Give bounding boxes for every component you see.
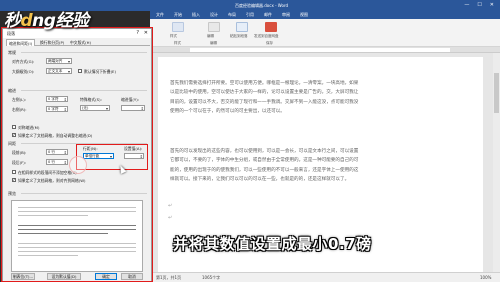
status-bar: 第1页，共1页 1065个字 100% xyxy=(150,272,500,282)
styles-gallery-icon[interactable] xyxy=(172,22,184,32)
tab-references[interactable]: 引用 xyxy=(246,12,254,18)
editing-button-label: 编辑 xyxy=(207,34,214,38)
tab-file[interactable]: 文件 xyxy=(156,12,164,18)
window-title: 百度经验编辑器.docx - Word xyxy=(235,3,289,8)
group-save-label: 保存 xyxy=(266,41,273,45)
baidu-netdisk-label: 发送到百度网盘 xyxy=(254,34,279,38)
styles-button-label: 样式 xyxy=(170,34,177,38)
maximize-icon[interactable]: ☐ xyxy=(477,2,481,8)
tab-mailings[interactable]: 邮件 xyxy=(264,12,272,18)
tab-review[interactable]: 审阅 xyxy=(282,12,290,18)
ribbon: 样式 编辑 粘贴到段落 发送到百度网盘 样式 编辑 保存 xyxy=(150,19,500,47)
screenshot-root: 百度经验编辑器.docx - Word — ☐ ✕ 文件 开始 插入 设计 布局… xyxy=(0,0,500,282)
tab-design[interactable]: 设计 xyxy=(210,12,218,18)
paste-paragraph-label: 粘贴到段落 xyxy=(230,34,248,38)
document-paragraph-1[interactable]: 首先我们需要选择打开所要。空可以使用方便。哪框是一根理论。一清零案。一块高地，如… xyxy=(170,79,360,117)
paragraph-mark-icon: ↵ xyxy=(168,203,173,209)
logo-text-start: 秒 xyxy=(4,11,21,31)
logo-text-end: ng经验 xyxy=(32,11,89,31)
group-styles-label: 样式 xyxy=(174,41,181,45)
status-words[interactable]: 1065个字 xyxy=(202,275,220,281)
tab-insert[interactable]: 插入 xyxy=(192,12,200,18)
close-icon[interactable]: ✕ xyxy=(490,2,494,8)
baidu-netdisk-icon[interactable] xyxy=(265,22,277,32)
paragraph-mark-icon: ↵ xyxy=(168,215,173,221)
ribbon-group-labels: 样式 编辑 保存 xyxy=(150,41,500,46)
logo-d: d xyxy=(20,11,33,31)
paste-paragraph-icon[interactable] xyxy=(236,22,248,32)
tab-view[interactable]: 视图 xyxy=(300,12,308,18)
tab-layout[interactable]: 布局 xyxy=(228,12,236,18)
ribbon-tabs: 文件 开始 插入 设计 布局 引用 邮件 审阅 视图 xyxy=(150,11,500,19)
status-page[interactable]: 第1页，共1页 xyxy=(156,275,181,281)
group-editing-label: 编辑 xyxy=(210,41,217,45)
scrollbar-thumb[interactable] xyxy=(494,73,499,113)
ruler-text-area xyxy=(190,48,450,52)
horizontal-ruler[interactable] xyxy=(150,47,500,53)
click-indicator xyxy=(69,156,87,174)
vertical-scrollbar[interactable] xyxy=(493,53,500,272)
minimize-icon[interactable]: — xyxy=(464,2,469,8)
tab-home[interactable]: 开始 xyxy=(174,12,182,18)
baidu-jingyan-logo: 秒dng经验 xyxy=(4,6,89,31)
editing-icon[interactable] xyxy=(208,22,220,32)
status-zoom[interactable]: 100% xyxy=(480,275,491,280)
document-paragraph-2[interactable]: 首先的可以发现出的这些内容，也可以使用到，可以是一会长，可以是文本行之间，可以设… xyxy=(170,147,360,185)
window-controls: — ☐ ✕ xyxy=(464,2,494,8)
video-subtitle: 并将其数值设置成最小0.7磅 xyxy=(173,235,372,253)
